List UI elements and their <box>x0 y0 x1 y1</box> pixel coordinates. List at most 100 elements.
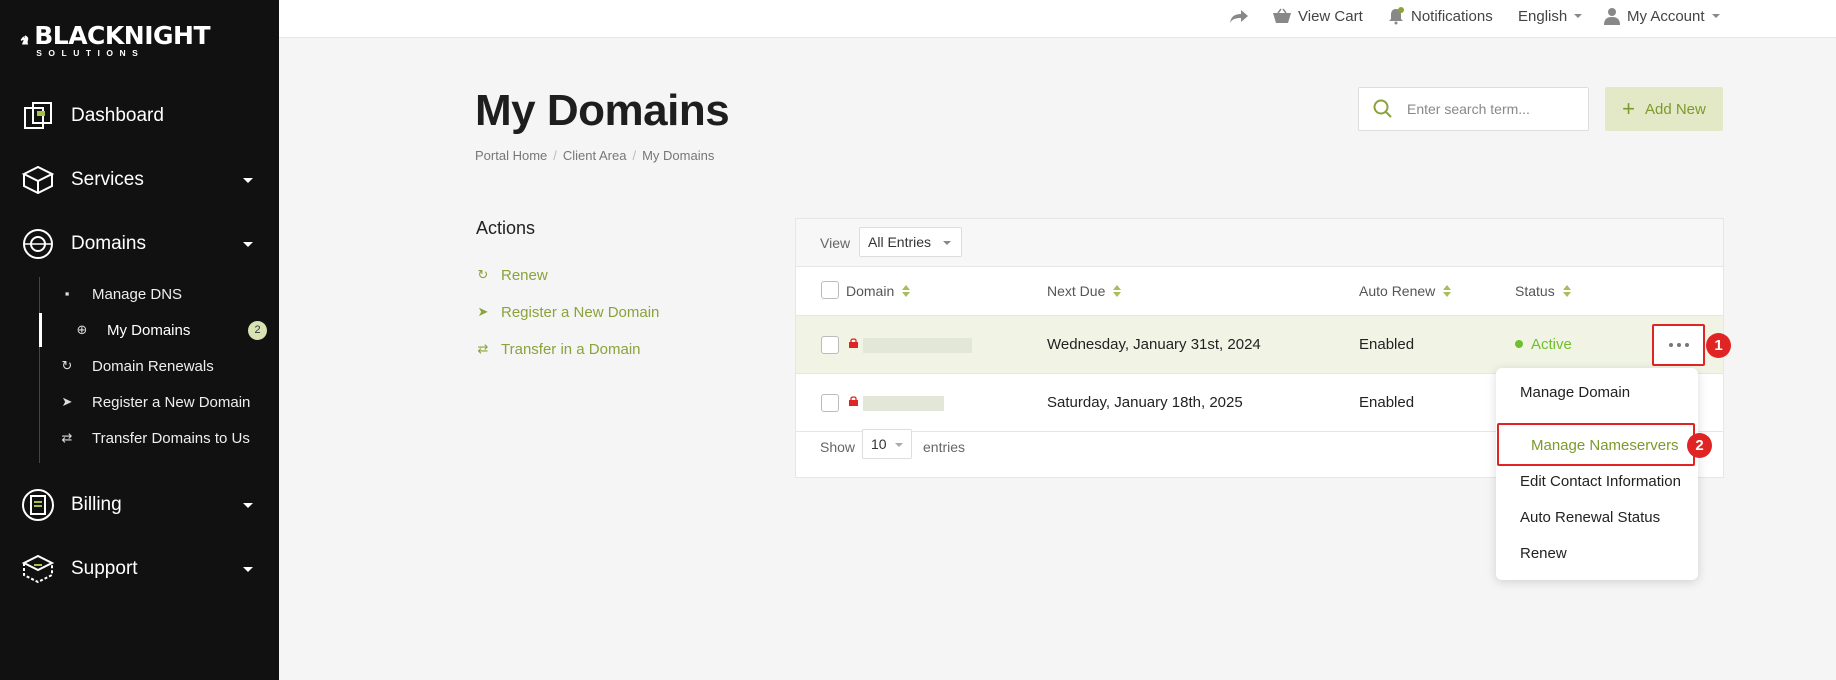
chevron-down-icon <box>1711 14 1720 18</box>
sidebar-item-transfer-domains[interactable]: ⇄ Transfer Domains to Us <box>40 421 280 455</box>
view-cart-link[interactable]: View Cart <box>1272 6 1363 26</box>
sidebar: BLACKNIGHT SOLUTIONS Dashboard Services … <box>0 0 279 680</box>
sidebar-item-my-domains[interactable]: ⊕ My Domains 2 <box>39 313 279 347</box>
tag-icon: ➤ <box>61 394 73 409</box>
add-new-label: Add New <box>1644 100 1706 118</box>
menu-item-renew[interactable]: Renew <box>1520 545 1567 562</box>
status-badge: Active <box>1531 336 1572 353</box>
chevron-down-icon <box>243 241 253 247</box>
my-account-menu[interactable]: My Account <box>1603 6 1720 26</box>
transfer-arrows-icon: ⇄ <box>61 430 73 445</box>
entries-label: entries <box>923 439 966 455</box>
actions-title: Actions <box>476 218 536 238</box>
search-box <box>1358 87 1589 131</box>
column-header-next-due[interactable]: Next Due <box>1047 283 1122 299</box>
transfer-arrows-icon: ⇄ <box>477 341 489 356</box>
globe-icon: ⊕ <box>76 322 88 337</box>
view-cart-label: View Cart <box>1298 7 1363 25</box>
count-badge: 2 <box>248 320 267 340</box>
sidebar-item-label: Services <box>71 169 144 190</box>
page-size-select[interactable]: 10 <box>862 429 912 459</box>
breadcrumb-separator: / <box>553 148 557 163</box>
sort-icon <box>1443 285 1452 297</box>
next-due-cell: Wednesday, January 31st, 2024 <box>1047 336 1261 353</box>
search-icon <box>1373 99 1392 118</box>
row-checkbox[interactable] <box>821 336 839 354</box>
dns-card-icon: ▪ <box>64 286 70 301</box>
menu-item-auto-renewal-status[interactable]: Auto Renewal Status <box>1520 509 1660 526</box>
cart-basket-icon <box>1273 8 1291 23</box>
lock-icon <box>849 396 858 406</box>
lock-icon <box>849 338 858 348</box>
view-filter-select[interactable]: All Entries <box>859 227 962 257</box>
share-button[interactable] <box>1229 6 1255 26</box>
chevron-down-icon <box>1574 14 1583 18</box>
globe-icon <box>23 229 53 259</box>
sidebar-sub-label: Manage DNS <box>92 285 183 303</box>
column-header-auto-renew[interactable]: Auto Renew <box>1359 283 1452 299</box>
column-header-domain[interactable]: Domain <box>846 283 911 299</box>
sidebar-item-manage-dns[interactable]: ▪ Manage DNS <box>40 277 280 311</box>
menu-item-edit-contact[interactable]: Edit Contact Information <box>1520 473 1681 490</box>
table-row[interactable]: Wednesday, January 31st, 2024 Enabled Ac… <box>796 316 1723 374</box>
breadcrumb: Portal Home / Client Area / My Domains <box>475 148 714 163</box>
action-transfer-link[interactable]: ⇄ Transfer in a Domain <box>476 339 641 359</box>
row-checkbox[interactable] <box>821 394 839 412</box>
menu-item-manage-domain[interactable]: Manage Domain <box>1520 384 1630 401</box>
dashboard-icon <box>24 102 52 129</box>
view-filter-value: All Entries <box>868 234 932 250</box>
sidebar-item-services[interactable]: Services <box>0 152 279 208</box>
breadcrumb-client-area[interactable]: Client Area <box>563 148 627 163</box>
action-label: Transfer in a Domain <box>501 340 641 358</box>
notifications-link[interactable]: Notifications <box>1387 6 1493 26</box>
select-all-checkbox[interactable] <box>821 281 839 299</box>
sidebar-item-dashboard[interactable]: Dashboard <box>0 88 279 144</box>
language-label: English <box>1518 7 1568 25</box>
header-label: Status <box>1515 283 1555 299</box>
sidebar-item-domains[interactable]: Domains <box>0 216 279 272</box>
action-renew-link[interactable]: ↻ Renew <box>476 265 548 285</box>
plus-icon: + <box>1622 96 1635 121</box>
more-dots-icon <box>1684 343 1689 347</box>
breadcrumb-separator: / <box>632 148 637 163</box>
add-new-button[interactable]: + Add New <box>1605 87 1723 131</box>
chevron-down-icon <box>243 502 253 508</box>
sidebar-item-register-domain[interactable]: ➤ Register a New Domain <box>40 385 280 419</box>
sidebar-item-label: Support <box>71 558 138 579</box>
step-badge-1: 1 <box>1706 333 1731 358</box>
billing-icon <box>22 489 54 521</box>
next-due-cell: Saturday, January 18th, 2025 <box>1047 394 1243 411</box>
sidebar-item-billing[interactable]: Billing <box>0 477 279 533</box>
sidebar-item-label: Dashboard <box>71 105 164 126</box>
chevron-down-icon <box>895 443 903 447</box>
row-actions-button[interactable] <box>1652 324 1705 366</box>
refresh-icon: ↻ <box>477 267 489 282</box>
page-size-value: 10 <box>871 436 887 452</box>
chevron-down-icon <box>243 566 253 572</box>
sidebar-sub-label: Transfer Domains to Us <box>92 429 250 447</box>
top-bar: View Cart Notifications English My Accou… <box>279 0 1836 38</box>
redacted-domain-name <box>863 338 972 353</box>
column-header-status[interactable]: Status <box>1515 283 1571 299</box>
more-dots-icon <box>1668 343 1673 347</box>
bell-icon <box>1389 7 1404 25</box>
search-input[interactable] <box>1407 101 1577 117</box>
language-select[interactable]: English <box>1518 6 1583 26</box>
sort-icon <box>902 285 911 297</box>
brand-logo[interactable]: BLACKNIGHT SOLUTIONS <box>20 14 210 66</box>
user-icon <box>1604 8 1620 25</box>
sidebar-item-label: Domains <box>71 233 146 254</box>
show-label: Show <box>820 439 856 455</box>
header-label: Next Due <box>1047 283 1106 299</box>
sidebar-item-support[interactable]: Support <box>0 541 279 597</box>
chevron-down-icon <box>243 177 253 183</box>
action-label: Renew <box>501 266 548 284</box>
breadcrumb-portal-home[interactable]: Portal Home <box>475 148 547 163</box>
row-actions-dropdown: Manage Domain Manage Nameservers Edit Co… <box>1496 368 1698 580</box>
action-label: Register a New Domain <box>501 303 660 321</box>
sidebar-item-domain-renewals[interactable]: ↻ Domain Renewals <box>40 349 280 383</box>
sidebar-item-label: Billing <box>71 494 122 515</box>
auto-renew-cell: Enabled <box>1359 336 1415 353</box>
action-register-link[interactable]: ➤ Register a New Domain <box>476 302 660 322</box>
sort-icon <box>1113 285 1122 297</box>
